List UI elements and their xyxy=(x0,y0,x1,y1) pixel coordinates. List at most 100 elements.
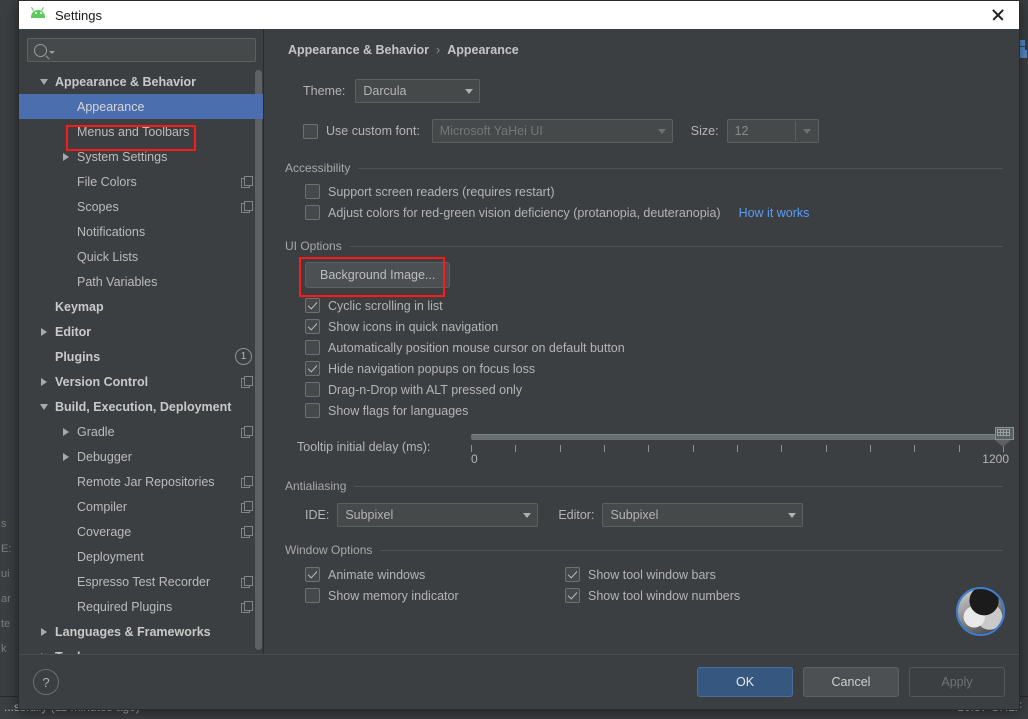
checkbox[interactable] xyxy=(305,567,320,582)
how-it-works-link[interactable]: How it works xyxy=(739,206,810,220)
sidebar-item-appearance[interactable]: Appearance xyxy=(19,94,264,119)
close-icon[interactable] xyxy=(989,6,1007,24)
checkbox[interactable] xyxy=(305,298,320,313)
tree-arrow[interactable] xyxy=(33,78,55,85)
sidebar-item-build-execution-deployment[interactable]: Build, Execution, Deployment xyxy=(19,394,264,419)
sidebar-item-tools[interactable]: Tools xyxy=(19,644,264,654)
tree-arrow[interactable] xyxy=(33,627,55,636)
help-button[interactable]: ? xyxy=(33,669,59,695)
checkbox[interactable] xyxy=(305,205,320,220)
accessibility-option-support-screen-readers-requires-restart[interactable]: Support screen readers (requires restart… xyxy=(305,181,1003,202)
android-icon xyxy=(29,7,47,22)
tree-arrow[interactable] xyxy=(33,377,55,386)
tree-arrow[interactable] xyxy=(33,403,55,410)
search-input[interactable] xyxy=(59,42,249,58)
copy-settings-icon[interactable] xyxy=(241,526,253,538)
sidebar-item-version-control[interactable]: Version Control xyxy=(19,369,264,394)
copy-settings-icon[interactable] xyxy=(241,601,253,613)
tree-arrow[interactable] xyxy=(55,427,77,436)
sidebar-item-remote-jar-repositories[interactable]: Remote Jar Repositories xyxy=(19,469,264,494)
sidebar-item-label: Remote Jar Repositories xyxy=(77,474,215,489)
ide-antialiasing-dropdown[interactable]: Subpixel xyxy=(337,503,539,527)
checkbox[interactable] xyxy=(305,588,320,603)
chevron-down-icon[interactable] xyxy=(794,121,818,141)
slider-thumb[interactable] xyxy=(995,427,1014,447)
ui-option-show-icons-in-quick-navigation[interactable]: Show icons in quick navigation xyxy=(305,316,1003,337)
ok-button[interactable]: OK xyxy=(697,667,793,697)
font-size-spinner[interactable]: 12 xyxy=(726,119,819,143)
theme-dropdown[interactable]: Darcula xyxy=(355,79,481,103)
sidebar-item-gradle[interactable]: Gradle xyxy=(19,419,264,444)
checkbox-label: Show memory indicator xyxy=(328,588,459,603)
sidebar-item-espresso-test-recorder[interactable]: Espresso Test Recorder xyxy=(19,569,264,594)
ui-option-cyclic-scrolling-in-list[interactable]: Cyclic scrolling in list xyxy=(305,295,1003,316)
slider-track[interactable] xyxy=(471,434,1003,440)
copy-settings-icon[interactable] xyxy=(241,176,253,188)
checkbox[interactable] xyxy=(305,403,320,418)
sidebar-item-required-plugins[interactable]: Required Plugins xyxy=(19,594,264,619)
checkbox[interactable] xyxy=(305,319,320,334)
sidebar-item-deployment[interactable]: Deployment xyxy=(19,544,264,569)
tree-arrow[interactable] xyxy=(55,152,77,161)
copy-settings-icon[interactable] xyxy=(241,201,253,213)
window-option-show-tool-window-numbers[interactable]: Show tool window numbers xyxy=(565,585,740,606)
sidebar-item-label: Editor xyxy=(55,324,92,339)
editor-antialiasing-label: Editor: xyxy=(558,508,595,522)
sidebar-item-debugger[interactable]: Debugger xyxy=(19,444,264,469)
ui-options-title: UI Options xyxy=(285,239,342,253)
checkbox-label: Show tool window bars xyxy=(588,567,716,582)
tree-arrow[interactable] xyxy=(33,327,55,336)
tooltip-delay-slider[interactable]: 0 1200 xyxy=(471,427,1014,467)
ui-option-drag-n-drop-with-alt-pressed-only[interactable]: Drag-n-Drop with ALT pressed only xyxy=(305,379,1003,400)
chevron-down-icon xyxy=(782,512,802,518)
accessibility-option-adjust-colors-for-red-green-vision-defic[interactable]: Adjust colors for red-green vision defic… xyxy=(305,202,1003,223)
tree-arrow[interactable] xyxy=(55,452,77,461)
custom-font-dropdown[interactable]: Microsoft YaHei UI xyxy=(431,119,673,143)
cancel-button[interactable]: Cancel xyxy=(803,667,899,697)
sidebar-item-languages-frameworks[interactable]: Languages & Frameworks xyxy=(19,619,264,644)
sidebar-item-editor[interactable]: Editor xyxy=(19,319,264,344)
avatar[interactable] xyxy=(956,587,1005,636)
section-divider xyxy=(354,485,1003,487)
ui-option-hide-navigation-popups-on-focus-loss[interactable]: Hide navigation popups on focus loss xyxy=(305,358,1003,379)
search-box[interactable] xyxy=(27,38,256,62)
checkbox[interactable] xyxy=(565,567,580,582)
sidebar-item-scopes[interactable]: Scopes xyxy=(19,194,264,219)
window-options-left-column: Animate windows Show memory indicator xyxy=(305,564,565,606)
copy-settings-icon[interactable] xyxy=(241,501,253,513)
copy-settings-icon[interactable] xyxy=(241,476,253,488)
checkbox[interactable] xyxy=(305,340,320,355)
checkbox[interactable] xyxy=(565,588,580,603)
copy-settings-icon[interactable] xyxy=(241,376,253,388)
window-option-show-memory-indicator[interactable]: Show memory indicator xyxy=(305,585,565,606)
sidebar-item-coverage[interactable]: Coverage xyxy=(19,519,264,544)
sidebar-item-plugins[interactable]: Plugins 1 xyxy=(19,344,264,369)
ui-option-automatically-position-mouse-cursor-on-d[interactable]: Automatically position mouse cursor on d… xyxy=(305,337,1003,358)
use-custom-font-checkbox[interactable] xyxy=(303,123,318,139)
sidebar-item-path-variables[interactable]: Path Variables xyxy=(19,269,264,294)
sidebar-item-menus-and-toolbars[interactable]: Menus and Toolbars xyxy=(19,119,264,144)
copy-settings-icon[interactable] xyxy=(241,576,253,588)
background-edge-text: ar xyxy=(1,593,11,605)
window-option-animate-windows[interactable]: Animate windows xyxy=(305,564,565,585)
sidebar-item-compiler[interactable]: Compiler xyxy=(19,494,264,519)
settings-tree[interactable]: Appearance & Behavior Appearance Menus and… xyxy=(19,68,264,654)
checkbox[interactable] xyxy=(305,382,320,397)
sidebar-item-label: Appearance & Behavior xyxy=(55,74,197,89)
sidebar-item-system-settings[interactable]: System Settings xyxy=(19,144,264,169)
background-image-button[interactable]: Background Image... xyxy=(305,262,451,288)
checkbox[interactable] xyxy=(305,361,320,376)
editor-antialiasing-dropdown[interactable]: Subpixel xyxy=(602,503,804,527)
sidebar-item-notifications[interactable]: Notifications xyxy=(19,219,264,244)
dialog-title-bar: Settings xyxy=(19,1,1019,29)
window-option-show-tool-window-bars[interactable]: Show tool window bars xyxy=(565,564,740,585)
copy-settings-icon[interactable] xyxy=(241,426,253,438)
sidebar-item-quick-lists[interactable]: Quick Lists xyxy=(19,244,264,269)
breadcrumb-root[interactable]: Appearance & Behavior xyxy=(288,43,429,57)
ui-option-show-flags-for-languages[interactable]: Show flags for languages xyxy=(305,400,1003,421)
sidebar-item-file-colors[interactable]: File Colors xyxy=(19,169,264,194)
sidebar-item-appearance-behavior[interactable]: Appearance & Behavior xyxy=(19,69,264,94)
sidebar-item-keymap[interactable]: Keymap xyxy=(19,294,264,319)
tree-arrow[interactable] xyxy=(33,652,55,654)
checkbox[interactable] xyxy=(305,184,320,199)
